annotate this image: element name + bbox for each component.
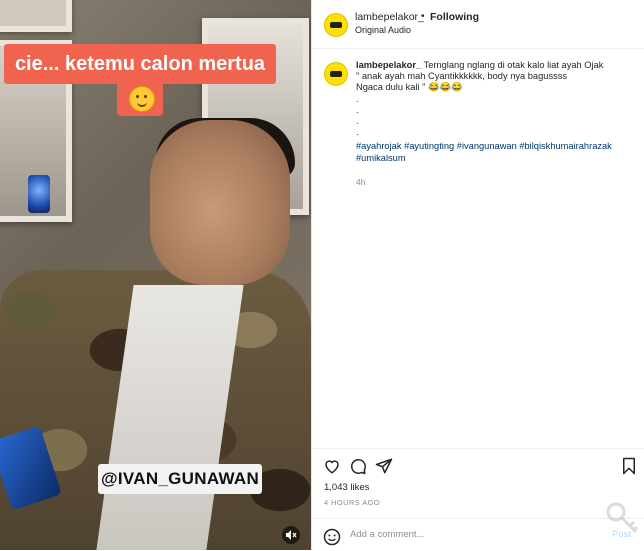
speaker-muted-icon[interactable] bbox=[282, 526, 300, 544]
key-watermark-icon bbox=[606, 502, 639, 534]
video-caption: cie... ketemu calon mertua bbox=[14, 53, 266, 75]
video-player[interactable]: cie... ketemu calon mertua @IVAN_GUNAWAN bbox=[0, 0, 311, 550]
person-head bbox=[150, 120, 290, 285]
caption-time: 4h bbox=[356, 177, 366, 187]
audio-link[interactable]: Original Audio bbox=[355, 25, 411, 35]
post-header: lambepelakor_ • Following Original Audio bbox=[312, 0, 644, 49]
picture-frame bbox=[0, 0, 72, 32]
share-icon[interactable] bbox=[375, 457, 393, 475]
smiley-icon[interactable] bbox=[323, 528, 341, 546]
comment-bar: Add a comment... Post bbox=[312, 518, 644, 551]
action-bar bbox=[312, 448, 644, 479]
comment-icon[interactable] bbox=[349, 457, 367, 475]
mention-sticker[interactable]: @IVAN_GUNAWAN bbox=[98, 464, 262, 494]
likes-count[interactable]: 1,043 likes bbox=[324, 482, 369, 493]
caption-line: . bbox=[356, 93, 359, 104]
caption-line: . bbox=[356, 116, 359, 127]
header-username[interactable]: lambepelakor_ bbox=[355, 11, 424, 23]
post-timestamp: 4 HOURS AGO bbox=[324, 498, 381, 507]
caption-line: Ngaca dulu kali " 😂😂😂 bbox=[356, 82, 463, 93]
giggle-emoji-icon bbox=[129, 86, 155, 112]
bookmark-icon[interactable] bbox=[620, 457, 638, 475]
blue-lamp bbox=[28, 175, 50, 213]
instagram-post-page: cie... ketemu calon mertua @IVAN_GUNAWAN… bbox=[0, 0, 644, 550]
post-caption: lambepelakor_ Ternglang nglang di otak k… bbox=[356, 60, 636, 138]
following-button[interactable]: Following bbox=[430, 11, 479, 23]
caption-avatar[interactable] bbox=[324, 62, 348, 86]
caption-line: . bbox=[356, 104, 359, 115]
caption-username[interactable]: lambepelakor_ bbox=[356, 60, 421, 70]
comment-input[interactable]: Add a comment... bbox=[350, 529, 424, 540]
post-sidebar: lambepelakor_ • Following Original Audio… bbox=[311, 0, 644, 550]
caption-line: . bbox=[356, 127, 359, 138]
caption-line: " anak ayah mah Cyantikkkkkk, body nya b… bbox=[356, 71, 568, 82]
caption-line: Ternglang nglang di otak kalo liat ayah … bbox=[423, 60, 604, 70]
separator-dot: • bbox=[421, 11, 425, 22]
avatar[interactable] bbox=[324, 13, 348, 37]
hashtags[interactable]: #ayahrojak #ayutingting #ivangunawan #bi… bbox=[356, 141, 641, 164]
heart-icon[interactable] bbox=[323, 457, 341, 475]
